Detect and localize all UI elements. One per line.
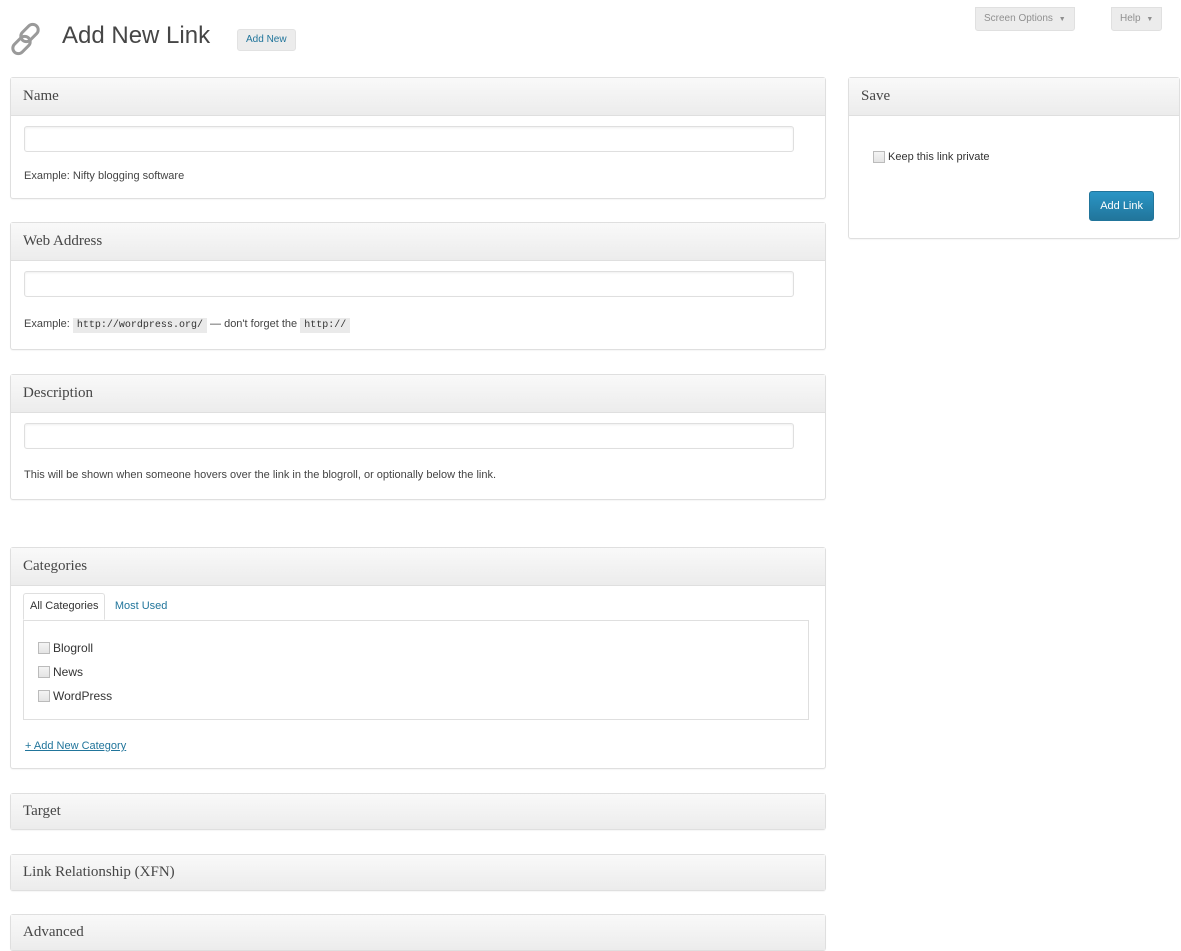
link-name-input[interactable] (24, 126, 794, 152)
target-box: Target (10, 793, 826, 830)
help-button[interactable]: Help ▼ (1111, 7, 1163, 31)
category-item-news[interactable]: News (38, 665, 83, 679)
keep-private-checkbox[interactable] (873, 151, 885, 163)
link-description-input[interactable] (24, 423, 794, 449)
advanced-box: Advanced (10, 914, 826, 951)
save-box-title[interactable]: Save (849, 78, 1179, 116)
chevron-down-icon: ▼ (1146, 16, 1154, 23)
xfn-box-title[interactable]: Link Relationship (XFN) (11, 855, 825, 890)
link-icon (11, 22, 40, 56)
name-hint: Example: Nifty blogging software (24, 170, 185, 182)
category-item-wordpress[interactable]: WordPress (38, 689, 112, 703)
category-checkbox[interactable] (38, 690, 50, 702)
description-hint: This will be shown when someone hovers o… (24, 469, 497, 481)
hint-prefix: Example: (24, 318, 70, 330)
category-label: WordPress (53, 689, 113, 703)
link-url-input[interactable] (24, 271, 794, 297)
category-tabs: All Categories Most Used (23, 593, 173, 620)
keep-private-label: Keep this link private (888, 151, 990, 163)
screen-options-button[interactable]: Screen Options ▼ (975, 7, 1075, 31)
screen-options-label: Screen Options (984, 13, 1053, 24)
tab-most-used[interactable]: Most Used (109, 594, 174, 619)
page-title: Add New Link (62, 22, 211, 49)
description-box-title[interactable]: Description (11, 375, 825, 413)
hint-code-protocol: http:// (300, 318, 351, 333)
categories-box: Categories All Categories Most Used Blog… (10, 547, 826, 769)
hint-code-url: http://wordpress.org/ (72, 318, 207, 333)
web-address-box: Web Address Example: http://wordpress.or… (10, 222, 826, 350)
category-label: Blogroll (53, 641, 94, 655)
xfn-box: Link Relationship (XFN) (10, 854, 826, 891)
web-address-box-title[interactable]: Web Address (11, 223, 825, 261)
category-list-panel: Blogroll News WordPress (23, 620, 809, 720)
save-box: Save Keep this link private Add Link (848, 77, 1180, 239)
web-address-hint: Example: http://wordpress.org/ — don't f… (24, 318, 351, 333)
target-box-title[interactable]: Target (11, 794, 825, 829)
categories-box-title[interactable]: Categories (11, 548, 825, 586)
help-label: Help (1120, 13, 1141, 24)
keep-private-option[interactable]: Keep this link private (873, 151, 990, 163)
add-new-button[interactable]: Add New (237, 29, 296, 51)
advanced-box-title[interactable]: Advanced (11, 915, 825, 950)
description-box: Description This will be shown when some… (10, 374, 826, 500)
name-box-title[interactable]: Name (11, 78, 825, 116)
add-link-button[interactable]: Add Link (1089, 191, 1154, 221)
name-box: Name Example: Nifty blogging software (10, 77, 826, 199)
category-item-blogroll[interactable]: Blogroll (38, 641, 93, 655)
category-label: News (53, 665, 84, 679)
category-checkbox[interactable] (38, 666, 50, 678)
category-checkbox[interactable] (38, 642, 50, 654)
tab-all-categories[interactable]: All Categories (23, 593, 106, 620)
chevron-down-icon: ▼ (1058, 16, 1066, 23)
hint-middle: — don't forget the (210, 318, 298, 330)
add-new-category-link[interactable]: + Add New Category (25, 740, 126, 752)
